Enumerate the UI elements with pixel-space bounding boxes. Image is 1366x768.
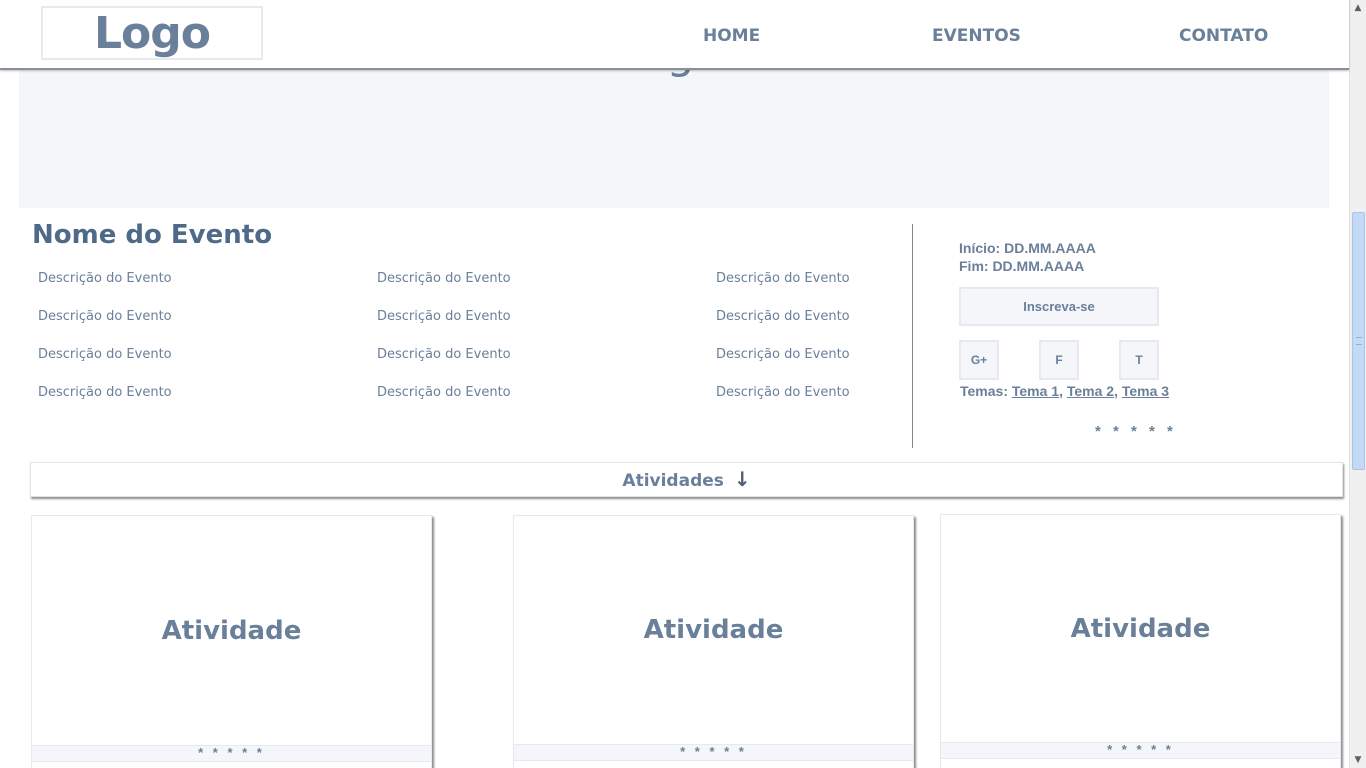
site-logo[interactable]: Logo [41,6,263,60]
activities-label: Atividades [622,471,724,491]
scroll-down-icon[interactable]: ▼ [1350,752,1366,768]
event-description: Descrição do Evento [38,385,172,400]
activity-rating: * * * * * [941,742,1340,759]
vertical-divider [912,224,913,448]
event-description: Descrição do Evento [38,347,172,362]
activity-rating: * * * * * [32,745,431,762]
themes-label: Temas: [960,383,1008,399]
activity-card[interactable]: Atividade * * * * * [513,515,914,768]
theme-link-2[interactable]: Tema 2 [1067,383,1114,399]
event-description: Descrição do Evento [716,271,850,286]
event-description: Descrição do Evento [377,309,511,324]
google-plus-share-button[interactable]: G+ [959,340,999,380]
event-themes: Temas: Tema 1, Tema 2, Tema 3 [960,383,1170,399]
event-end-date: Fim: DD.MM.AAAA [959,258,1085,274]
event-description: Descrição do Evento [38,309,172,324]
scroll-up-icon[interactable]: ▲ [1350,0,1366,16]
scrollbar-grip-icon [1356,337,1362,345]
theme-link-1[interactable]: Tema 1 [1012,383,1059,399]
activity-title: Atividade [1070,614,1211,644]
twitter-share-button[interactable]: T [1119,340,1159,380]
subscribe-button[interactable]: Inscreva-se [959,287,1159,326]
event-description: Descrição do Evento [377,385,511,400]
nav-home[interactable]: HOME [703,26,760,46]
activity-rating: * * * * * [514,744,913,761]
event-description: Descrição do Evento [716,347,850,362]
event-description: Descrição do Evento [38,271,172,286]
activity-title: Atividade [161,616,302,646]
activity-card[interactable]: Atividade * * * * * [31,515,432,768]
event-description: Descrição do Evento [716,385,850,400]
nav-eventos[interactable]: EVENTOS [932,26,1021,46]
theme-link-3[interactable]: Tema 3 [1122,383,1169,399]
activities-toggle[interactable]: Atividades ↓ [30,462,1343,497]
activity-card[interactable]: Atividade * * * * * [940,514,1341,768]
event-description: Descrição do Evento [377,271,511,286]
event-rating[interactable]: * * * * * [1095,423,1177,440]
facebook-share-button[interactable]: F [1039,340,1079,380]
site-header: Logo HOME EVENTOS CONTATO [0,0,1349,70]
event-description: Descrição do Evento [377,347,511,362]
vertical-scrollbar[interactable]: ▲ ▼ [1349,0,1366,768]
arrow-down-icon: ↓ [733,467,751,491]
nav-contato[interactable]: CONTATO [1179,26,1268,46]
event-title: Nome do Evento [32,220,273,250]
scrollbar-thumb[interactable] [1352,212,1365,470]
event-description: Descrição do Evento [716,309,850,324]
activity-title: Atividade [643,615,784,645]
event-start-date: Início: DD.MM.AAAA [959,240,1096,256]
